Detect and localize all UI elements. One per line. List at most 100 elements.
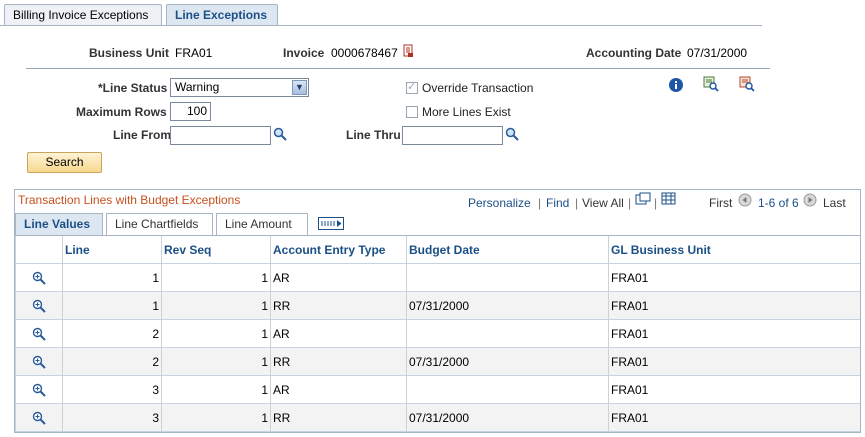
personalize-link[interactable]: Personalize: [468, 196, 531, 210]
line-status-value: Warning: [175, 80, 220, 94]
cell-account-entry-type: AR: [270, 263, 407, 292]
show-all-columns-icon[interactable]: [318, 217, 344, 230]
row-detail-zoom-icon[interactable]: [32, 327, 46, 341]
nav-separator: |: [654, 196, 658, 210]
cell-line: 1: [62, 291, 162, 320]
line-from-label: Line From: [113, 128, 172, 142]
table-row: 2 1 RR 07/31/2000 FRA01: [15, 347, 860, 376]
accounting-date-label: Accounting Date: [586, 46, 682, 60]
new-window-icon[interactable]: [635, 192, 651, 206]
cell-gl-business-unit: FRA01: [608, 375, 860, 404]
cell-account-entry-type: AR: [270, 319, 407, 348]
cell-budget-date: 07/31/2000: [406, 347, 609, 376]
cell-line: 1: [62, 263, 162, 292]
cell-rev-seq: 1: [161, 319, 271, 348]
grid-title: Transaction Lines with Budget Exceptions: [18, 193, 241, 207]
table-row: 3 1 RR 07/31/2000 FRA01: [15, 403, 860, 432]
line-thru-lookup-icon[interactable]: [505, 127, 519, 141]
subtab-line-amount[interactable]: Line Amount: [216, 213, 308, 235]
business-unit-label: Business Unit: [89, 46, 170, 60]
subtab-line-values[interactable]: Line Values: [15, 213, 103, 235]
column-header-rev-seq[interactable]: Rev Seq: [161, 235, 271, 264]
row-detail-cell[interactable]: [15, 403, 63, 432]
row-detail-cell[interactable]: [15, 375, 63, 404]
tab-line-exceptions[interactable]: Line Exceptions: [166, 4, 278, 26]
search-button[interactable]: Search: [27, 152, 102, 173]
column-header-gl-business-unit[interactable]: GL Business Unit: [608, 235, 860, 264]
column-header-account-entry-type[interactable]: Account Entry Type: [270, 235, 407, 264]
line-from-lookup-icon[interactable]: [273, 127, 287, 141]
line-thru-label: Line Thru: [346, 128, 401, 142]
previous-arrow-icon[interactable]: [738, 193, 752, 207]
more-lines-exist-label: More Lines Exist: [422, 105, 511, 119]
table-header-row: Line Rev Seq Account Entry Type Budget D…: [15, 235, 860, 264]
cell-gl-business-unit: FRA01: [608, 403, 860, 432]
column-header-detail: [15, 235, 63, 264]
line-status-label: *Line Status: [98, 81, 168, 95]
accounting-date-value: 07/31/2000: [687, 46, 748, 60]
row-detail-cell[interactable]: [15, 319, 63, 348]
cell-rev-seq: 1: [161, 347, 271, 376]
cell-account-entry-type: AR: [270, 375, 407, 404]
find-link[interactable]: Find: [546, 196, 569, 210]
row-range: 1-6 of 6: [758, 196, 799, 210]
nav-separator: |: [575, 196, 579, 210]
line-from-input[interactable]: [170, 126, 271, 145]
cell-line: 2: [62, 319, 162, 348]
invoice-document-icon[interactable]: [403, 44, 414, 58]
line-thru-input[interactable]: [402, 126, 503, 145]
invoice-value: 0000678467: [331, 46, 398, 60]
column-header-budget-date[interactable]: Budget Date: [406, 235, 609, 264]
search-detail-icon[interactable]: [739, 76, 755, 92]
column-header-line[interactable]: Line: [62, 235, 162, 264]
cell-account-entry-type: RR: [270, 291, 407, 320]
override-transaction-label: Override Transaction: [422, 81, 534, 95]
first-label: First: [709, 196, 733, 210]
row-detail-zoom-icon[interactable]: [32, 299, 46, 313]
row-detail-zoom-icon[interactable]: [32, 271, 46, 285]
row-detail-zoom-icon[interactable]: [32, 355, 46, 369]
info-icon[interactable]: [668, 77, 684, 93]
override-transaction-checkbox[interactable]: [406, 80, 418, 94]
cell-budget-date: 07/31/2000: [406, 291, 609, 320]
max-rows-input[interactable]: 100: [170, 102, 211, 121]
row-detail-cell[interactable]: [15, 291, 63, 320]
tab-divider: [0, 25, 762, 26]
cell-line: 3: [62, 403, 162, 432]
download-grid-icon[interactable]: [661, 192, 677, 206]
subtab-line-chartfields[interactable]: Line Chartfields: [106, 213, 213, 235]
next-arrow-icon[interactable]: [803, 193, 817, 207]
cell-budget-date: 07/31/2000: [406, 403, 609, 432]
business-unit-value: FRA01: [175, 46, 213, 60]
row-detail-zoom-icon[interactable]: [32, 383, 46, 397]
last-label: Last: [823, 196, 846, 210]
view-all-link[interactable]: View All: [582, 196, 624, 210]
nav-separator: |: [628, 196, 632, 210]
cell-rev-seq: 1: [161, 291, 271, 320]
nav-separator: |: [538, 196, 542, 210]
row-detail-cell[interactable]: [15, 347, 63, 376]
cell-budget-date: [406, 375, 609, 404]
view-detail-icon[interactable]: [703, 76, 719, 92]
chevron-down-icon[interactable]: ▼: [292, 80, 307, 95]
cell-line: 3: [62, 375, 162, 404]
cell-gl-business-unit: FRA01: [608, 319, 860, 348]
cell-gl-business-unit: FRA01: [608, 263, 860, 292]
max-rows-label: Maximum Rows: [76, 105, 167, 119]
header-divider: [26, 68, 770, 69]
table-row: 1 1 AR FRA01: [15, 263, 860, 292]
row-detail-zoom-icon[interactable]: [32, 411, 46, 425]
transaction-lines-table: Line Rev Seq Account Entry Type Budget D…: [15, 235, 860, 432]
cell-budget-date: [406, 263, 609, 292]
more-lines-exist-checkbox[interactable]: [406, 106, 418, 118]
cell-account-entry-type: RR: [270, 347, 407, 376]
line-status-select[interactable]: Warning ▼: [170, 78, 309, 97]
cell-line: 2: [62, 347, 162, 376]
cell-budget-date: [406, 319, 609, 348]
cell-gl-business-unit: FRA01: [608, 291, 860, 320]
cell-rev-seq: 1: [161, 375, 271, 404]
cell-rev-seq: 1: [161, 403, 271, 432]
tab-billing-invoice-exceptions[interactable]: Billing Invoice Exceptions: [4, 4, 162, 25]
row-detail-cell[interactable]: [15, 263, 63, 292]
table-row: 3 1 AR FRA01: [15, 375, 860, 404]
